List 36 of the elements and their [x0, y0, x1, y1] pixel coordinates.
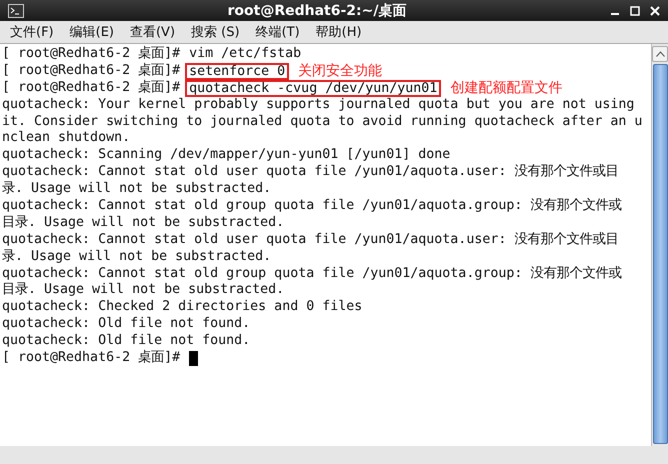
- menu-item[interactable]: 搜索 (S): [191, 23, 240, 41]
- output-line: quotacheck: Old file not found.: [2, 316, 250, 334]
- menu-item[interactable]: 终端(T): [256, 23, 300, 41]
- shell-prompt: [ root@Redhat6-2 桌面]#: [2, 350, 180, 367]
- output-line: 目录. Usage will not be substracted.: [2, 282, 284, 300]
- menu-item[interactable]: 编辑(E): [70, 23, 114, 41]
- shell-prompt: [ root@Redhat6-2 桌面]#: [2, 46, 180, 62]
- menu-item[interactable]: 文件(F): [10, 23, 54, 41]
- window-title: root@Redhat6-2:~/桌面: [226, 2, 408, 20]
- annotation-text: 关闭安全功能: [298, 62, 382, 80]
- terminal-icon: [8, 4, 24, 18]
- output-line: nclean shutdown.: [2, 130, 130, 148]
- output-line: quotacheck: Checked 2 directories and 0 files: [2, 299, 362, 316]
- shell-prompt: [ root@Redhat6-2 桌面]#: [2, 62, 180, 80]
- scroll-thumb[interactable]: [652, 64, 668, 444]
- output-line: 录. Usage will not be substracted.: [2, 248, 272, 266]
- command-text: vim /etc/fstab: [188, 46, 302, 63]
- output-line: quotacheck: Old file not found.: [2, 333, 250, 350]
- output-line: 录. Usage will not be substracted.: [2, 181, 272, 198]
- highlighted-command: setenforce 0: [186, 64, 288, 79]
- maximize-icon[interactable]: [630, 6, 640, 16]
- close-icon[interactable]: [650, 6, 660, 16]
- output-line: quotacheck: Cannot stat old group quota file /yun01/aquota.group: 没有那个文件或: [2, 198, 622, 215]
- shell-prompt: [ root@Redhat6-2 桌面]#: [2, 80, 180, 97]
- output-line: quotacheck: Your kernel probably supports journaled quota but you are not using: [2, 96, 634, 114]
- output-line: quotacheck: Cannot stat old user quota file /yun01/aquota.user: 没有那个文件或目: [2, 164, 618, 181]
- output-line: 目录. Usage will not be substracted.: [2, 214, 284, 232]
- highlighted-command: quotacheck -cvug /dev/yun/yun01: [186, 80, 440, 96]
- output-line: it. Consider switching to journaled quota to avoid running quotacheck after an u: [2, 114, 642, 130]
- menu-item[interactable]: 查看(V): [130, 23, 176, 41]
- output-line: quotacheck: Cannot stat old group quota file /yun01/aquota.group: 没有那个文件或: [2, 266, 622, 282]
- annotation-text: 创建配额配置文件: [450, 79, 562, 98]
- menu-item[interactable]: 帮助(H): [316, 23, 362, 41]
- scrollbar[interactable]: [651, 44, 668, 446]
- output-line: quotacheck: Scanning /dev/mapper/yun-yun01 [/yun01] done: [2, 147, 450, 164]
- output-line: quotacheck: Cannot stat old user quota file /yun01/aquota.user: 没有那个文件或目: [2, 232, 618, 249]
